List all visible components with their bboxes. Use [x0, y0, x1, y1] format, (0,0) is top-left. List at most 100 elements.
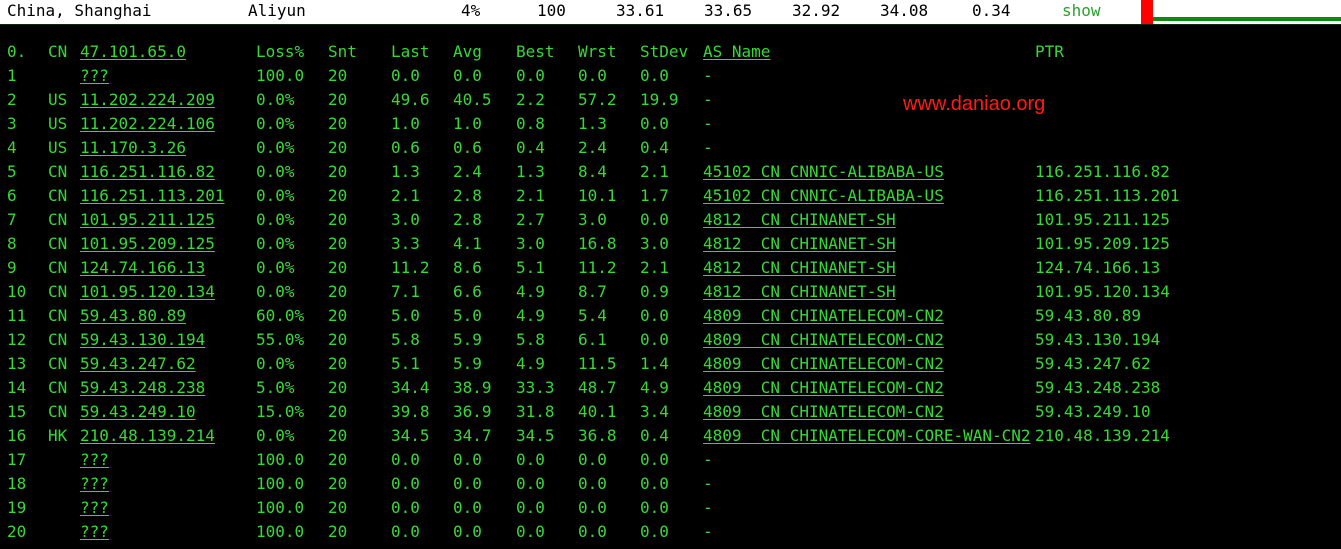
cell-last: 34.4	[391, 378, 430, 397]
cell-last: 5.8	[391, 330, 420, 349]
cell-sent: 20	[328, 330, 348, 349]
watermark: www.daniao.org	[903, 93, 1046, 115]
cell-hop-number: 17	[7, 450, 27, 469]
cell-ptr: 210.48.139.214	[1035, 426, 1170, 445]
cell-as-name: 4809 CN CHINATELECOM-CN2	[703, 402, 944, 421]
table-row: 13 CN 59.43.247.62 0.0% 20 5.1 5.9 4.9 11.5 1.4 48…	[0, 352, 1341, 376]
cell-avg: 0.0	[453, 450, 482, 469]
cell-host-ip[interactable]: 101.95.209.125	[80, 232, 215, 256]
table-row: 15 CN 59.43.249.10 15.0% 20 39.8 36.9 31.8 40.1 3…	[0, 400, 1341, 424]
cell-sent: 20	[328, 210, 348, 229]
cell-best: 31.8	[516, 402, 555, 421]
cell-best: 4.9	[516, 354, 545, 373]
cell-avg: 38.9	[453, 378, 492, 397]
cell-hop-number: 4	[7, 138, 17, 157]
cell-worst: 5.4	[578, 306, 607, 325]
loss-value: 4%	[461, 1, 481, 20]
cell-hop-number: 2	[7, 90, 17, 109]
cell-sent: 20	[328, 162, 348, 181]
table-row: 12 CN 59.43.130.194 55.0% 20 5.8 5.9 5.8 6.1 0.0 4…	[0, 328, 1341, 352]
cell-as-name: -	[703, 66, 713, 85]
cell-as-name: 4809 CN CHINATELECOM-CN2	[703, 330, 944, 349]
cell-best: 2.1	[516, 186, 545, 205]
cell-stdev: 3.4	[640, 402, 669, 421]
cell-as-name: -	[703, 522, 713, 541]
cell-hop-number: 19	[7, 498, 27, 517]
show-link[interactable]: show	[1062, 1, 1101, 21]
location-label: China, Shanghai	[7, 1, 152, 20]
cell-avg: 34.7	[453, 426, 492, 445]
cell-best: 5.8	[516, 330, 545, 349]
cell-ptr: 59.43.249.10	[1035, 402, 1151, 421]
cell-country: US	[48, 138, 68, 157]
loss-marker	[1141, 0, 1153, 24]
cell-host-ip[interactable]: 59.43.247.62	[80, 352, 196, 376]
cell-last: 0.0	[391, 498, 420, 517]
cell-last: 49.6	[391, 90, 430, 109]
avg-value: 33.65	[704, 1, 753, 20]
cell-host-ip[interactable]: 116.251.113.201	[80, 184, 225, 208]
cell-worst: 3.0	[578, 210, 607, 229]
cell-host-ip[interactable]: 59.43.130.194	[80, 328, 205, 352]
cell-last: 3.3	[391, 234, 420, 253]
cell-worst: 2.4	[578, 138, 607, 157]
cell-host-ip[interactable]: 101.95.120.134	[80, 280, 215, 304]
cell-hop-number: 16	[7, 426, 27, 445]
cell-ptr: 59.43.130.194	[1035, 330, 1161, 349]
cell-stdev: 0.4	[640, 426, 669, 445]
cell-host-ip[interactable]: 101.95.211.125	[80, 208, 215, 232]
cell-hop-number: 12	[7, 330, 27, 349]
cell-last: 0.0	[391, 450, 420, 469]
cell-hop-number: 6	[7, 186, 17, 205]
cell-sent: 20	[328, 354, 348, 373]
cell-sent: 20	[328, 114, 348, 133]
cell-last: 5.1	[391, 354, 420, 373]
cell-loss: 0.0%	[256, 114, 295, 133]
cell-last: 11.2	[391, 258, 430, 277]
cell-country: HK	[48, 426, 68, 445]
cell-host-ip[interactable]: 124.74.166.13	[80, 256, 205, 280]
header-stdev: StDev	[640, 42, 689, 61]
cell-loss: 100.0	[256, 522, 305, 541]
header-as-name: AS Name	[703, 42, 771, 61]
header-best: Best	[516, 42, 555, 61]
cell-host-ip[interactable]: 59.43.248.238	[80, 376, 205, 400]
cell-ptr: 124.74.166.13	[1035, 258, 1161, 277]
cell-last: 0.0	[391, 522, 420, 541]
table-row: 7 CN 101.95.211.125 0.0% 20 3.0 2.8 2.7 3.0 0.0 48…	[0, 208, 1341, 232]
cell-sent: 20	[328, 426, 348, 445]
table-row: 19??? 100.0 20 0.0 0.0 0.0 0.0 0.0 -	[0, 496, 1341, 520]
cell-country: CN	[48, 234, 68, 253]
table-row: 16 HK 210.48.139.214 0.0% 20 34.5 34.7 34.5 36.8…	[0, 424, 1341, 448]
cell-ptr: 59.43.248.238	[1035, 378, 1161, 397]
cell-hop-number: 11	[7, 306, 27, 325]
cell-host-ip[interactable]: 210.48.139.214	[80, 424, 215, 448]
cell-hop-number: 9	[7, 258, 17, 277]
table-row: 2 US 11.202.224.209 0.0% 20 49.6 40.5 2.2 57.2 19…	[0, 88, 1341, 112]
cell-as-name: 4809 CN CHINATELECOM-CN2	[703, 378, 944, 397]
cell-country: CN	[48, 378, 68, 397]
cell-loss: 0.0%	[256, 210, 295, 229]
cell-best: 3.0	[516, 234, 545, 253]
cell-host-ip[interactable]: 59.43.249.10	[80, 400, 196, 424]
cell-as-name: -	[703, 474, 713, 493]
cell-hop-number: 15	[7, 402, 27, 421]
cell-loss: 0.0%	[256, 90, 295, 109]
cell-host-ip[interactable]: 11.202.224.106	[80, 112, 215, 136]
cell-sent: 20	[328, 186, 348, 205]
cell-best: 2.7	[516, 210, 545, 229]
cell-as-name: -	[703, 114, 713, 133]
cell-best: 34.5	[516, 426, 555, 445]
cell-host-ip[interactable]: 11.170.3.26	[80, 136, 186, 160]
cell-sent: 20	[328, 378, 348, 397]
header-host-ip[interactable]: 47.101.65.0	[80, 40, 186, 64]
cell-avg: 0.6	[453, 138, 482, 157]
cell-host-ip[interactable]: 59.43.80.89	[80, 304, 186, 328]
cell-as-name: -	[703, 90, 713, 109]
cell-loss: 100.0	[256, 498, 305, 517]
cell-worst: 10.1	[578, 186, 617, 205]
cell-best: 2.2	[516, 90, 545, 109]
cell-host-ip[interactable]: 116.251.116.82	[80, 160, 215, 184]
cell-host-ip[interactable]: 11.202.224.209	[80, 88, 215, 112]
cell-as-name: 4809 CN CHINATELECOM-CN2	[703, 306, 944, 325]
